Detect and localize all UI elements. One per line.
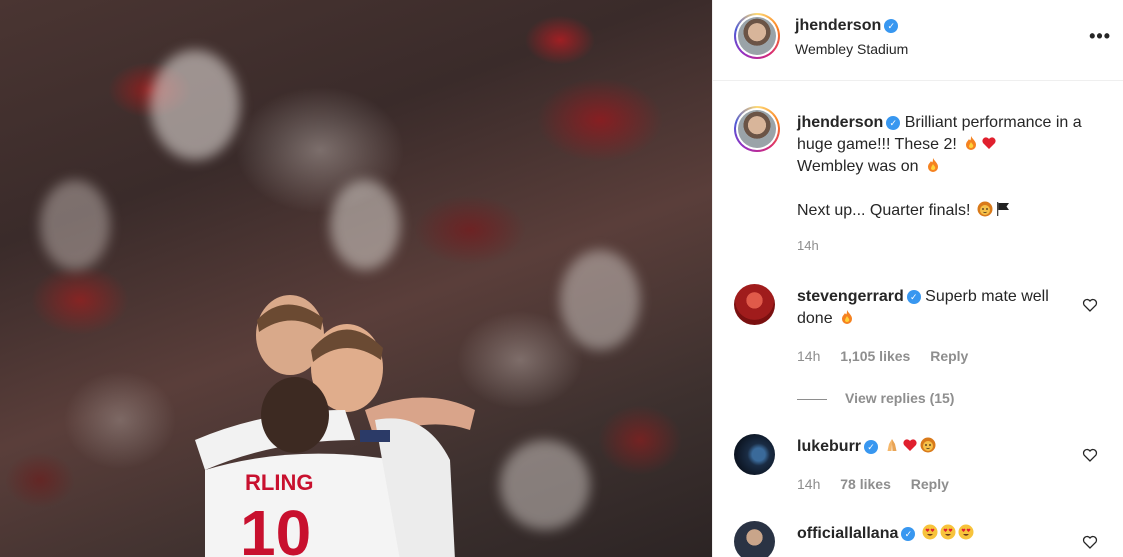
black-flag-emoji-icon — [996, 202, 1009, 216]
comment-body: stevengerrard ✓ Superb mate well done — [797, 286, 1082, 330]
verified-badge-icon: ✓ — [884, 19, 899, 33]
replies-divider — [797, 398, 827, 400]
caption-line-3: Next up... Quarter finals! — [797, 202, 971, 219]
author-avatar[interactable] — [734, 13, 780, 59]
crowd-blur — [150, 50, 240, 160]
fire-emoji-icon — [927, 158, 938, 172]
caption-timestamp[interactable]: 14h — [797, 238, 819, 253]
comment-meta: 14h 78 likes Reply — [797, 476, 965, 492]
post-photo[interactable]: RLING 10 — [0, 0, 712, 557]
comment-username[interactable]: officiallallana — [797, 525, 898, 542]
svg-text:10: 10 — [240, 497, 311, 557]
caption-avatar[interactable] — [734, 106, 780, 152]
crowd-blur — [40, 180, 110, 270]
praying-hands-emoji-icon — [887, 439, 897, 451]
comment-body: officiallallana ✓ — [797, 523, 1082, 545]
heart-eyes-emoji-icon — [958, 524, 974, 540]
view-replies-button[interactable]: View replies (15) — [797, 390, 954, 406]
lion-emoji-icon — [977, 201, 993, 217]
reply-button[interactable]: Reply — [911, 476, 949, 492]
verified-badge-icon: ✓ — [906, 290, 921, 304]
comment-username[interactable]: lukeburr — [797, 438, 861, 455]
post-side-panel: jhenderson ✓ Wembley Stadium ••• jhenders… — [712, 0, 1123, 557]
more-icon[interactable]: ••• — [1089, 26, 1111, 47]
heart-eyes-emoji-icon — [922, 524, 938, 540]
author-username-text[interactable]: jhenderson — [795, 17, 881, 34]
svg-text:RLING: RLING — [245, 470, 313, 495]
caption-line-2: Wembley was on — [797, 158, 919, 175]
comment-timestamp[interactable]: 14h — [797, 348, 820, 364]
heart-outline-icon[interactable] — [1082, 534, 1098, 550]
lion-emoji-icon — [920, 437, 936, 453]
verified-badge-icon: ✓ — [901, 527, 916, 541]
heart-eyes-emoji-icon — [940, 524, 956, 540]
players-celebrating: RLING 10 — [195, 295, 475, 557]
crowd-blur — [330, 180, 400, 270]
caption-text-block: jhenderson ✓ Brilliant performance in a h… — [797, 112, 1097, 222]
red-heart-emoji-icon — [982, 137, 996, 149]
verified-badge-icon: ✓ — [886, 116, 901, 130]
author-username[interactable]: jhenderson ✓ — [795, 17, 899, 35]
crowd-blur — [500, 440, 590, 530]
heart-outline-icon[interactable] — [1082, 447, 1098, 463]
caption-username[interactable]: jhenderson — [797, 114, 883, 131]
crowd-blur — [560, 250, 640, 350]
comment-likes[interactable]: 1,105 likes — [840, 348, 910, 364]
comment-avatar[interactable] — [734, 521, 775, 557]
post-header: jhenderson ✓ Wembley Stadium ••• — [713, 0, 1123, 81]
comment-body: lukeburr ✓ — [797, 436, 1082, 458]
comment-likes[interactable]: 78 likes — [840, 476, 891, 492]
verified-badge-icon: ✓ — [864, 440, 879, 454]
comment-username[interactable]: stevengerrard — [797, 288, 904, 305]
comment-meta: 14h 1,105 likes Reply — [797, 348, 984, 364]
fire-emoji-icon — [966, 136, 977, 150]
heart-outline-icon[interactable] — [1082, 297, 1098, 313]
reply-button[interactable]: Reply — [930, 348, 968, 364]
comment-timestamp[interactable]: 14h — [797, 476, 820, 492]
comment-avatar[interactable] — [734, 284, 775, 325]
red-heart-emoji-icon — [903, 439, 918, 451]
post-location[interactable]: Wembley Stadium — [795, 41, 908, 57]
view-replies-label[interactable]: View replies (15) — [845, 390, 954, 406]
fire-emoji-icon — [842, 310, 853, 324]
comment-avatar[interactable] — [734, 434, 775, 475]
